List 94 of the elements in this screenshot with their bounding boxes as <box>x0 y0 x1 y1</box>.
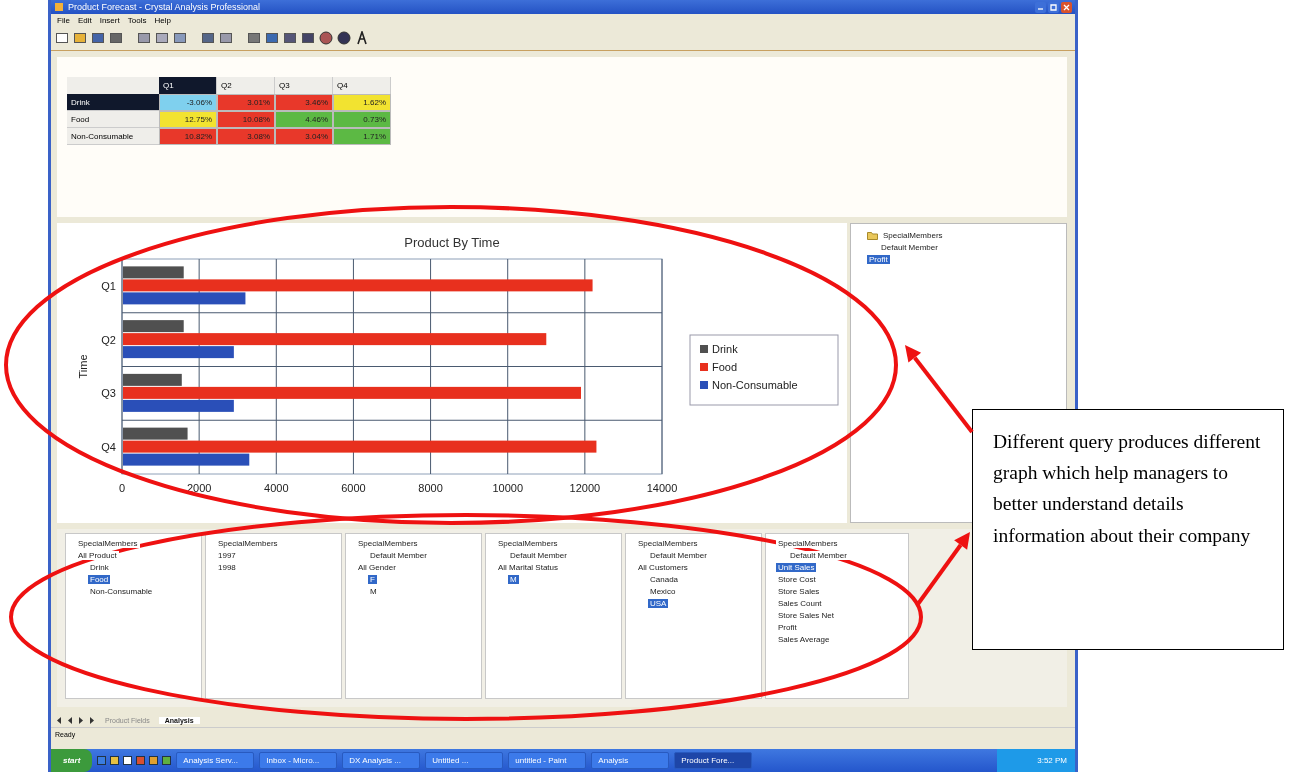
axis-tick-label: 8000 <box>418 482 443 494</box>
tree-item[interactable]: SpecialMembers <box>216 539 280 548</box>
tree-item[interactable]: USA <box>648 599 669 608</box>
table-cell: 3.01% <box>217 94 275 111</box>
window-title: Product Forecast - Crystal Analysis Professional <box>68 2 262 12</box>
table-cell: 3.04% <box>275 128 333 145</box>
tree-item[interactable]: F <box>368 575 377 584</box>
axis-title: Time <box>77 354 89 379</box>
maximize-button[interactable] <box>1048 1 1059 13</box>
axis-tick-label: Q2 <box>101 333 116 346</box>
taskbar-button[interactable]: DX Analysis ... <box>342 752 421 769</box>
axis-tick-label: Q4 <box>101 441 116 454</box>
tree-item[interactable]: SpecialMembers <box>776 539 840 548</box>
menu-item[interactable]: File <box>57 15 70 25</box>
tree-item[interactable]: Default Member <box>879 243 940 252</box>
start-button[interactable]: start <box>51 749 93 772</box>
tree-item[interactable]: Non-Consumable <box>88 587 155 596</box>
minimize-button[interactable] <box>1035 1 1046 13</box>
clock-text: 3:52 PM <box>1037 756 1067 765</box>
tree-item[interactable]: Profit <box>867 255 890 264</box>
tree-item[interactable]: M <box>508 575 519 584</box>
tree-item[interactable]: SpecialMembers <box>76 539 140 548</box>
tree-item[interactable]: Sales Average <box>776 635 832 644</box>
axis-tick-label: 4000 <box>264 482 289 494</box>
tree-item[interactable]: Default Member <box>648 551 709 560</box>
axis-tick-label: 6000 <box>341 482 366 494</box>
table-cell: 0.73% <box>333 111 391 128</box>
column-header[interactable]: Q1 <box>159 77 217 94</box>
column-header[interactable]: Q4 <box>333 77 391 94</box>
tree-item[interactable]: Store Cost <box>776 575 818 584</box>
chart-title: Product By Time <box>404 235 500 250</box>
row-header[interactable]: Drink <box>67 94 159 111</box>
table-cell: 10.08% <box>217 111 275 128</box>
menu-item[interactable]: Help <box>154 15 171 25</box>
table-cell: 3.08% <box>217 128 275 145</box>
axis-tick-label: 0 <box>118 482 126 494</box>
axis-tick-label: Q3 <box>101 387 116 400</box>
legend-label: Non-Consumable <box>712 379 798 391</box>
axis-tick-label: Q1 <box>101 279 116 292</box>
tree-item[interactable]: SpecialMembers <box>496 539 560 548</box>
row-header[interactable]: Non-Consumable <box>67 128 159 145</box>
table-cell: 3.46% <box>275 94 333 111</box>
tree-item[interactable]: Food <box>88 575 111 584</box>
legend-label: Food <box>712 361 738 373</box>
sphere-icon[interactable] <box>337 31 351 45</box>
axis-tick-label: 14000 <box>646 482 678 494</box>
table-cell: 10.82% <box>159 128 217 145</box>
tree-item[interactable]: All Product <box>76 551 119 560</box>
taskbar-button[interactable]: Untitled ... <box>425 752 504 769</box>
column-header[interactable]: Q3 <box>275 77 333 94</box>
tree-item[interactable]: Default Member <box>788 551 849 560</box>
column-header[interactable]: Q2 <box>217 77 275 94</box>
table-cell: 12.75% <box>159 111 217 128</box>
menu-item[interactable]: Edit <box>77 15 92 25</box>
table-cell: 1.62% <box>333 94 391 111</box>
table-cell: 1.71% <box>333 128 391 145</box>
font-icon[interactable] <box>355 31 369 45</box>
tree-item[interactable]: Store Sales Net <box>776 611 837 620</box>
tree-item[interactable]: SpecialMembers <box>636 539 700 548</box>
callout-text: Different query produces different graph which help managers to better understand details information about their company <box>972 409 1284 650</box>
close-button[interactable] <box>1061 1 1072 13</box>
tree-item[interactable]: Canada <box>648 575 681 584</box>
page-icon[interactable] <box>55 31 69 45</box>
tree-item[interactable]: Store Sales <box>776 587 822 596</box>
taskbar-button[interactable]: Analysis Serv... <box>176 752 255 769</box>
table-cell: -3.06% <box>159 94 217 111</box>
table-cell: 4.46% <box>275 111 333 128</box>
taskbar-button[interactable]: Product Fore... <box>674 752 753 769</box>
tree-item[interactable]: Unit Sales <box>776 563 817 572</box>
menu-item[interactable]: Insert <box>99 15 120 25</box>
axis-tick-label: 12000 <box>569 482 601 494</box>
tree-item[interactable]: All Gender <box>356 563 398 572</box>
axis-tick-label: 10000 <box>492 482 523 494</box>
taskbar-button[interactable]: Analysis <box>591 752 670 769</box>
row-header[interactable]: Food <box>67 111 159 128</box>
tree-item[interactable]: Sales Count <box>776 599 824 608</box>
taskbar-button[interactable]: untitled - Paint <box>508 752 587 769</box>
tree-item[interactable]: Default Member <box>508 551 569 560</box>
tree-item[interactable]: Profit <box>776 623 799 632</box>
tree-item[interactable]: Mexico <box>648 587 678 596</box>
app-icon <box>54 2 64 12</box>
tree-item[interactable]: Drink <box>88 563 111 572</box>
tree-item[interactable]: All Customers <box>636 563 690 572</box>
tree-item[interactable]: All Marital Status <box>496 563 561 572</box>
taskbar-button[interactable]: Inbox - Micro... <box>259 752 338 769</box>
tree-item[interactable]: M <box>368 587 379 596</box>
menu-item[interactable]: Tools <box>127 15 147 25</box>
tree-item[interactable]: SpecialMembers <box>881 231 945 240</box>
tree-item[interactable]: Default Member <box>368 551 429 560</box>
tree-item[interactable]: 1997 <box>216 551 238 560</box>
tree-item[interactable]: 1998 <box>216 563 238 572</box>
tree-item[interactable]: SpecialMembers <box>356 539 420 548</box>
axis-tick-label: 2000 <box>186 482 212 494</box>
legend-label: Drink <box>712 343 738 355</box>
